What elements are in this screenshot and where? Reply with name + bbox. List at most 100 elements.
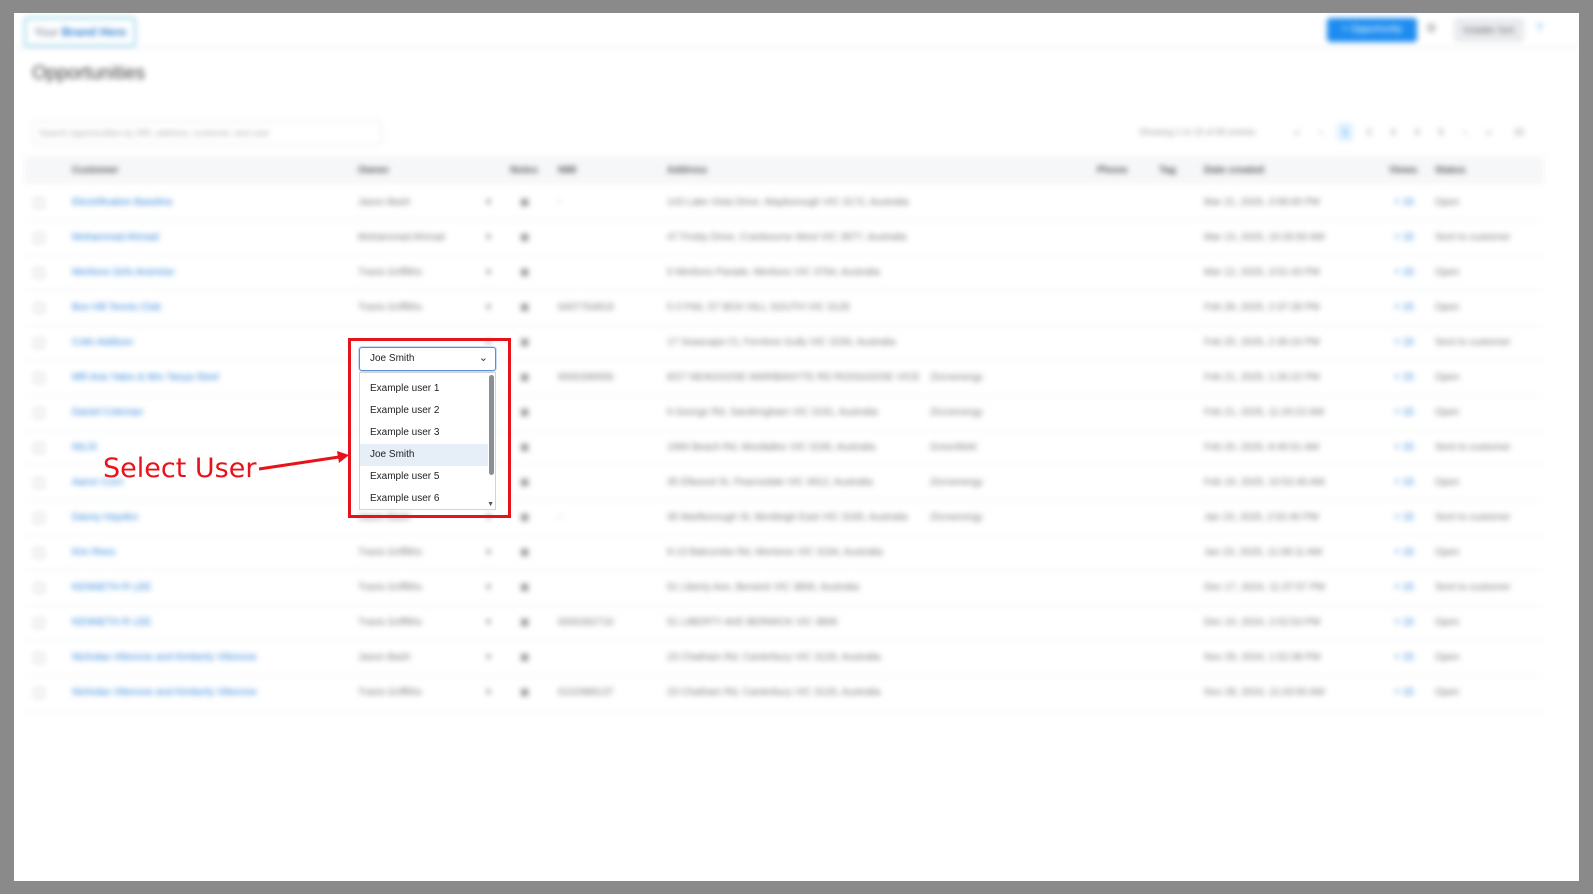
customer-link[interactable]: Daniel Coleman bbox=[72, 407, 143, 418]
owner-cell[interactable]: Travis Griffiths bbox=[358, 582, 422, 593]
table-row[interactable]: Merlions Girls Anemise Travis Griffiths ▾ ▣… bbox=[24, 255, 1544, 291]
column-header[interactable]: Views bbox=[1389, 165, 1417, 176]
customer-link[interactable]: Merlions Girls Anemise bbox=[72, 267, 174, 278]
notes-icon[interactable]: ▣ bbox=[520, 547, 529, 558]
row-checkbox[interactable] bbox=[34, 338, 44, 348]
owner-chevron-icon[interactable]: ▾ bbox=[486, 617, 491, 628]
table-row[interactable]: Electrification Baseline Jason Bash ▾ ▣ - 143… bbox=[24, 185, 1544, 221]
owner-chevron-icon[interactable]: ▾ bbox=[486, 232, 491, 243]
row-checkbox[interactable] bbox=[34, 583, 44, 593]
notes-icon[interactable]: ▣ bbox=[520, 442, 529, 453]
customer-link[interactable]: KENNETH R LEE bbox=[72, 582, 151, 593]
account-button[interactable]: Installer Sort bbox=[1454, 18, 1524, 42]
views-cell[interactable]: + 15 bbox=[1394, 232, 1414, 243]
notes-icon[interactable]: ▣ bbox=[520, 617, 529, 628]
page-link[interactable]: » bbox=[1481, 123, 1497, 141]
customer-link[interactable]: Mohammad Ahmad bbox=[72, 232, 159, 243]
column-header[interactable]: Owner bbox=[358, 165, 389, 176]
notes-icon[interactable]: ▣ bbox=[520, 407, 529, 418]
notes-icon[interactable]: ▣ bbox=[520, 267, 529, 278]
column-header[interactable]: Status bbox=[1435, 165, 1466, 176]
page-link[interactable]: › bbox=[1457, 123, 1473, 141]
table-row[interactable]: MR Aria Yates & Mrs Tanya Steel▾▣6000286… bbox=[24, 360, 1544, 396]
brand-logo[interactable]: Your Brand Here bbox=[24, 17, 137, 47]
row-checkbox[interactable] bbox=[34, 268, 44, 278]
row-checkbox[interactable] bbox=[34, 443, 44, 453]
notes-icon[interactable]: ▣ bbox=[520, 512, 529, 523]
views-cell[interactable]: + 15 bbox=[1394, 687, 1414, 698]
page-link[interactable]: 2 bbox=[1361, 123, 1377, 141]
table-row[interactable]: Nicholas Vittorone and Kimberly Vittoron… bbox=[24, 640, 1544, 676]
owner-cell[interactable]: Travis Griffiths bbox=[358, 547, 422, 558]
customer-link[interactable]: Kim Rees bbox=[72, 547, 115, 558]
customer-link[interactable]: Colin Addison bbox=[72, 337, 133, 348]
notes-icon[interactable]: ▣ bbox=[520, 687, 529, 698]
column-header[interactable]: NMI bbox=[558, 165, 576, 176]
owner-chevron-icon[interactable]: ▾ bbox=[486, 582, 491, 593]
owner-cell[interactable]: Jason Bash bbox=[358, 197, 410, 208]
customer-link[interactable]: Box Hill Tennis Club bbox=[72, 302, 161, 313]
owner-cell[interactable]: Travis Griffiths bbox=[358, 267, 422, 278]
views-cell[interactable]: + 15 bbox=[1394, 547, 1414, 558]
owner-chevron-icon[interactable]: ▾ bbox=[486, 302, 491, 313]
page-link[interactable]: 4 bbox=[1409, 123, 1425, 141]
views-cell[interactable]: + 15 bbox=[1394, 652, 1414, 663]
row-checkbox[interactable] bbox=[34, 233, 44, 243]
views-cell[interactable]: + 15 bbox=[1394, 582, 1414, 593]
notes-icon[interactable]: ▣ bbox=[520, 232, 529, 243]
search-input[interactable]: Search opportunities by SRI, address, cu… bbox=[32, 121, 382, 145]
row-checkbox[interactable] bbox=[34, 373, 44, 383]
views-cell[interactable]: + 15 bbox=[1394, 267, 1414, 278]
views-cell[interactable]: + 15 bbox=[1394, 197, 1414, 208]
views-cell[interactable]: + 15 bbox=[1394, 442, 1414, 453]
gear-icon[interactable]: ⚙ bbox=[1426, 21, 1440, 35]
per-page-select[interactable]: 15 bbox=[1505, 123, 1533, 141]
notes-icon[interactable]: ▣ bbox=[520, 197, 529, 208]
page-link[interactable]: « bbox=[1289, 123, 1305, 141]
owner-chevron-icon[interactable]: ▾ bbox=[486, 267, 491, 278]
owner-cell[interactable]: Jason Bash bbox=[358, 652, 410, 663]
question-icon[interactable]: ? bbox=[1536, 21, 1543, 35]
row-checkbox[interactable] bbox=[34, 408, 44, 418]
customer-link[interactable]: Nicholas Vittorone and Kimberly Vittoron… bbox=[72, 652, 257, 663]
table-row[interactable]: KENNETH R LEE Travis Griffiths ▾ ▣ 600028271… bbox=[24, 605, 1544, 641]
customer-link[interactable]: MR Aria Yates & Mrs Tanya Steel bbox=[72, 372, 219, 383]
row-checkbox[interactable] bbox=[34, 513, 44, 523]
views-cell[interactable]: + 15 bbox=[1394, 512, 1414, 523]
customer-link[interactable]: NILIS bbox=[72, 442, 97, 453]
page-link[interactable]: 1 bbox=[1337, 123, 1353, 141]
owner-cell[interactable]: Travis Griffiths bbox=[358, 687, 422, 698]
table-row[interactable]: Kim Rees Travis Griffiths ▾ ▣ 9-13 Balcombe … bbox=[24, 535, 1544, 571]
views-cell[interactable]: + 15 bbox=[1394, 407, 1414, 418]
column-header[interactable]: Tag bbox=[1159, 165, 1176, 176]
column-header[interactable]: Phone bbox=[1097, 165, 1128, 176]
owner-cell[interactable]: Mohammad Ahmad bbox=[358, 232, 445, 243]
column-header[interactable]: Address bbox=[667, 165, 707, 176]
table-row[interactable]: Mohammad Ahmad Mohammad Ahmad ▾ ▣ 47 Firsby … bbox=[24, 220, 1544, 256]
table-row[interactable]: Daniel Coleman▾▣6 George Rd, Sandringham… bbox=[24, 395, 1544, 431]
notes-icon[interactable]: ▣ bbox=[520, 337, 529, 348]
table-row[interactable]: KENNETH R LEE Travis Griffiths ▾ ▣ 51 Libert… bbox=[24, 570, 1544, 606]
views-cell[interactable]: + 15 bbox=[1394, 617, 1414, 628]
page-link[interactable]: 5 bbox=[1433, 123, 1449, 141]
owner-chevron-icon[interactable]: ▾ bbox=[486, 652, 491, 663]
notes-icon[interactable]: ▣ bbox=[520, 477, 529, 488]
owner-chevron-icon[interactable]: ▾ bbox=[486, 687, 491, 698]
page-link[interactable]: ‹ bbox=[1313, 123, 1329, 141]
owner-chevron-icon[interactable]: ▾ bbox=[486, 547, 491, 558]
column-header[interactable]: Date created bbox=[1204, 165, 1264, 176]
notes-icon[interactable]: ▣ bbox=[520, 652, 529, 663]
notes-icon[interactable]: ▣ bbox=[520, 372, 529, 383]
row-checkbox[interactable] bbox=[34, 198, 44, 208]
owner-cell[interactable]: Travis Griffiths bbox=[358, 302, 422, 313]
table-row[interactable]: Nicholas Vittorone and Kimberly Vittoron… bbox=[24, 675, 1544, 711]
notes-icon[interactable]: ▣ bbox=[520, 302, 529, 313]
row-checkbox[interactable] bbox=[34, 478, 44, 488]
owner-cell[interactable]: Travis Griffiths bbox=[358, 617, 422, 628]
new-opportunity-button[interactable]: + Opportunity bbox=[1327, 18, 1417, 42]
row-checkbox[interactable] bbox=[34, 688, 44, 698]
views-cell[interactable]: + 15 bbox=[1394, 337, 1414, 348]
customer-link[interactable]: KENNETH R LEE bbox=[72, 617, 151, 628]
customer-link[interactable]: Electrification Baseline bbox=[72, 197, 173, 208]
column-header[interactable]: Notes bbox=[510, 165, 538, 176]
